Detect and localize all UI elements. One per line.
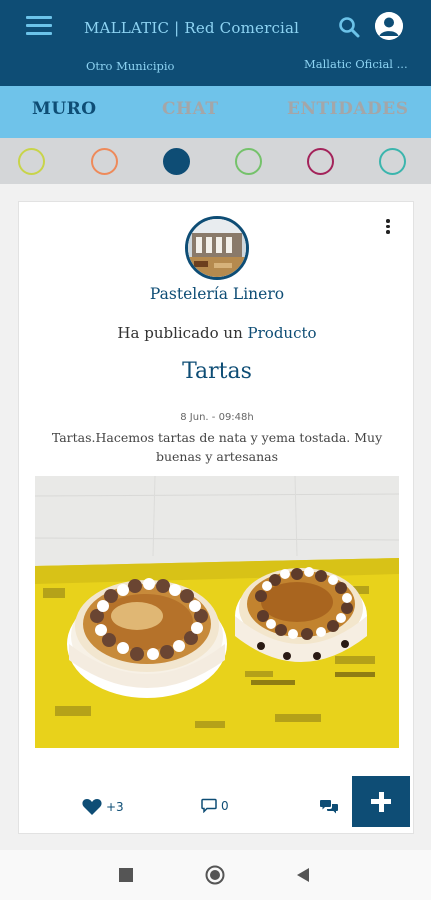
- app-title: MALLATIC | Red Comercial: [84, 19, 300, 37]
- tab-entidades[interactable]: ENTIDADES: [287, 99, 409, 119]
- heart-icon: [82, 799, 102, 815]
- hamburger-icon[interactable]: [26, 16, 52, 36]
- app-bar: MALLATIC | Red Comercial Otro Municipio …: [0, 0, 431, 86]
- chat-button[interactable]: [319, 798, 339, 815]
- comment-icon: [201, 798, 217, 813]
- like-count: +3: [106, 799, 124, 814]
- chat-bubbles-icon: [320, 800, 338, 814]
- published-prefix: Ha publicado un: [117, 324, 243, 342]
- category-filter-2[interactable]: [91, 148, 118, 175]
- published-type-link[interactable]: Producto: [248, 324, 317, 342]
- category-filter-6[interactable]: [379, 148, 406, 175]
- category-filter-1[interactable]: [18, 148, 45, 175]
- tab-muro[interactable]: MURO: [32, 99, 97, 119]
- category-filter-bar: [0, 138, 431, 184]
- more-vertical-icon[interactable]: [383, 219, 393, 235]
- add-post-button[interactable]: [352, 776, 410, 827]
- comment-count: 0: [221, 798, 229, 813]
- entity-name[interactable]: Pastelería Linero: [19, 285, 415, 303]
- comment-button[interactable]: 0: [201, 798, 229, 813]
- circle-icon[interactable]: [205, 865, 225, 885]
- published-line: Ha publicado un Producto: [19, 324, 415, 342]
- account-icon[interactable]: [375, 12, 403, 40]
- entity-avatar[interactable]: [185, 216, 249, 280]
- post-card: Pastelería Linero Ha publicado un Produc…: [18, 201, 414, 834]
- official-selector[interactable]: Mallatic Oficial ...: [304, 57, 416, 71]
- system-nav-bar: [0, 850, 431, 900]
- municipality-selector[interactable]: Otro Municipio: [86, 59, 174, 73]
- like-button[interactable]: +3: [82, 798, 124, 815]
- post-date: 8 Jun. - 09:48h: [180, 412, 254, 423]
- back-triangle-icon[interactable]: [296, 867, 310, 883]
- square-icon[interactable]: [119, 868, 133, 882]
- tab-bar: MURO CHAT ENTIDADES: [0, 86, 431, 138]
- post-image[interactable]: [35, 476, 399, 748]
- search-icon[interactable]: [338, 16, 360, 38]
- category-filter-4[interactable]: [235, 148, 262, 175]
- post-description: Tartas.Hacemos tartas de nata y yema tos…: [51, 430, 383, 464]
- category-filter-3[interactable]: [163, 148, 190, 175]
- tab-chat[interactable]: CHAT: [162, 99, 219, 119]
- category-filter-5[interactable]: [307, 148, 334, 175]
- post-title: Tartas: [182, 359, 252, 384]
